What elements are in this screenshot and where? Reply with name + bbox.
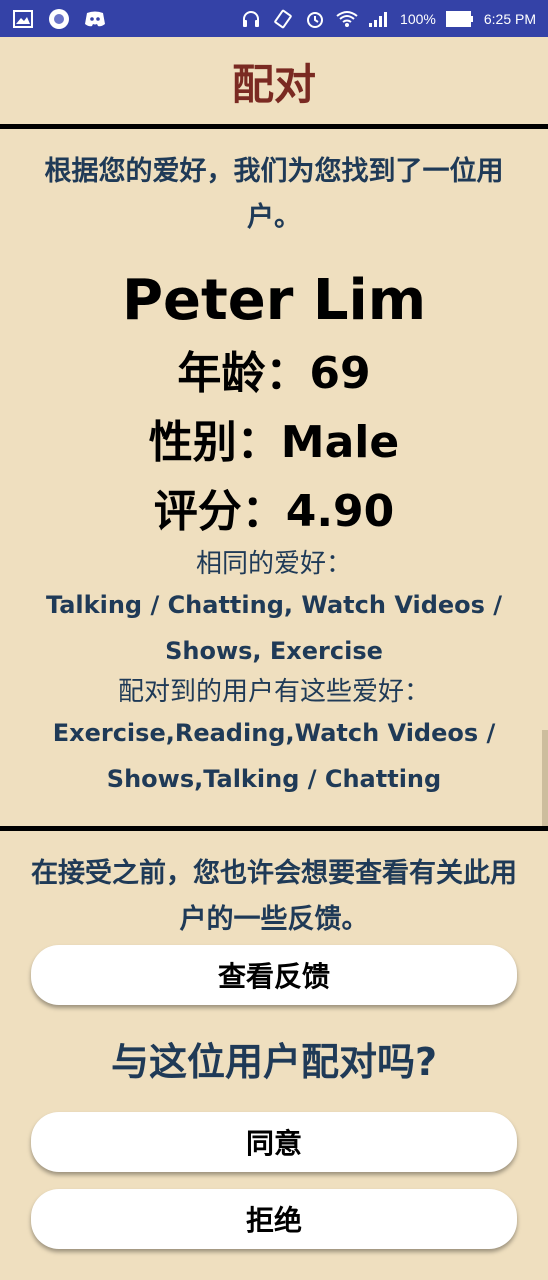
circle-app-icon bbox=[48, 8, 70, 30]
scrollbar[interactable] bbox=[542, 730, 548, 826]
user-hobbies-label: 配对到的用户有这些爱好： bbox=[117, 677, 430, 707]
user-hobbies: Exercise,Reading,Watch Videos / Shows,Ta… bbox=[52, 719, 496, 793]
discord-icon bbox=[84, 8, 106, 30]
matched-user-rating: 评分：4.90 bbox=[153, 486, 395, 537]
matched-user-name: Peter Lim bbox=[121, 268, 427, 333]
battery-percent: 100% bbox=[400, 10, 436, 27]
feedback-note: 在接受之前，您也许会想要查看有关此用户的一些反馈。 bbox=[31, 858, 517, 935]
match-intro: 根据您的爱好，我们为您找到了一位用户。 bbox=[44, 156, 504, 233]
page-title: 配对 bbox=[231, 59, 316, 109]
signal-icon bbox=[368, 8, 390, 30]
app-header: 配对 bbox=[0, 37, 548, 125]
view-feedback-button[interactable]: 查看反馈 bbox=[31, 945, 517, 1005]
wifi-icon bbox=[336, 8, 358, 30]
battery-icon bbox=[445, 8, 474, 30]
common-hobbies-label: 相同的爱好： bbox=[195, 549, 352, 579]
reject-button[interactable]: 拒绝 bbox=[31, 1189, 517, 1249]
alarm-icon bbox=[304, 8, 326, 30]
status-bar-left bbox=[12, 8, 106, 30]
match-question: 与这位用户配对吗? bbox=[110, 1040, 438, 1084]
matched-user-age: 年龄：69 bbox=[177, 348, 371, 399]
rotate-icon bbox=[272, 8, 294, 30]
matched-user-gender: 性别：Male bbox=[148, 417, 400, 468]
accept-button[interactable]: 同意 bbox=[31, 1112, 517, 1172]
clock: 6:25 PM bbox=[483, 10, 536, 27]
headphones-icon bbox=[240, 8, 262, 30]
action-section: 在接受之前，您也许会想要查看有关此用户的一些反馈。 查看反馈 与这位用户配对吗?… bbox=[0, 831, 548, 1280]
status-bar: 100% 6:25 PM bbox=[0, 0, 548, 37]
common-hobbies: Talking / Chatting, Watch Videos / Shows… bbox=[45, 591, 503, 665]
gallery-icon bbox=[12, 8, 34, 30]
match-section: 根据您的爱好，我们为您找到了一位用户。 Peter Lim 年龄：69 性别：M… bbox=[0, 129, 548, 826]
status-bar-right: 100% 6:25 PM bbox=[240, 8, 536, 30]
